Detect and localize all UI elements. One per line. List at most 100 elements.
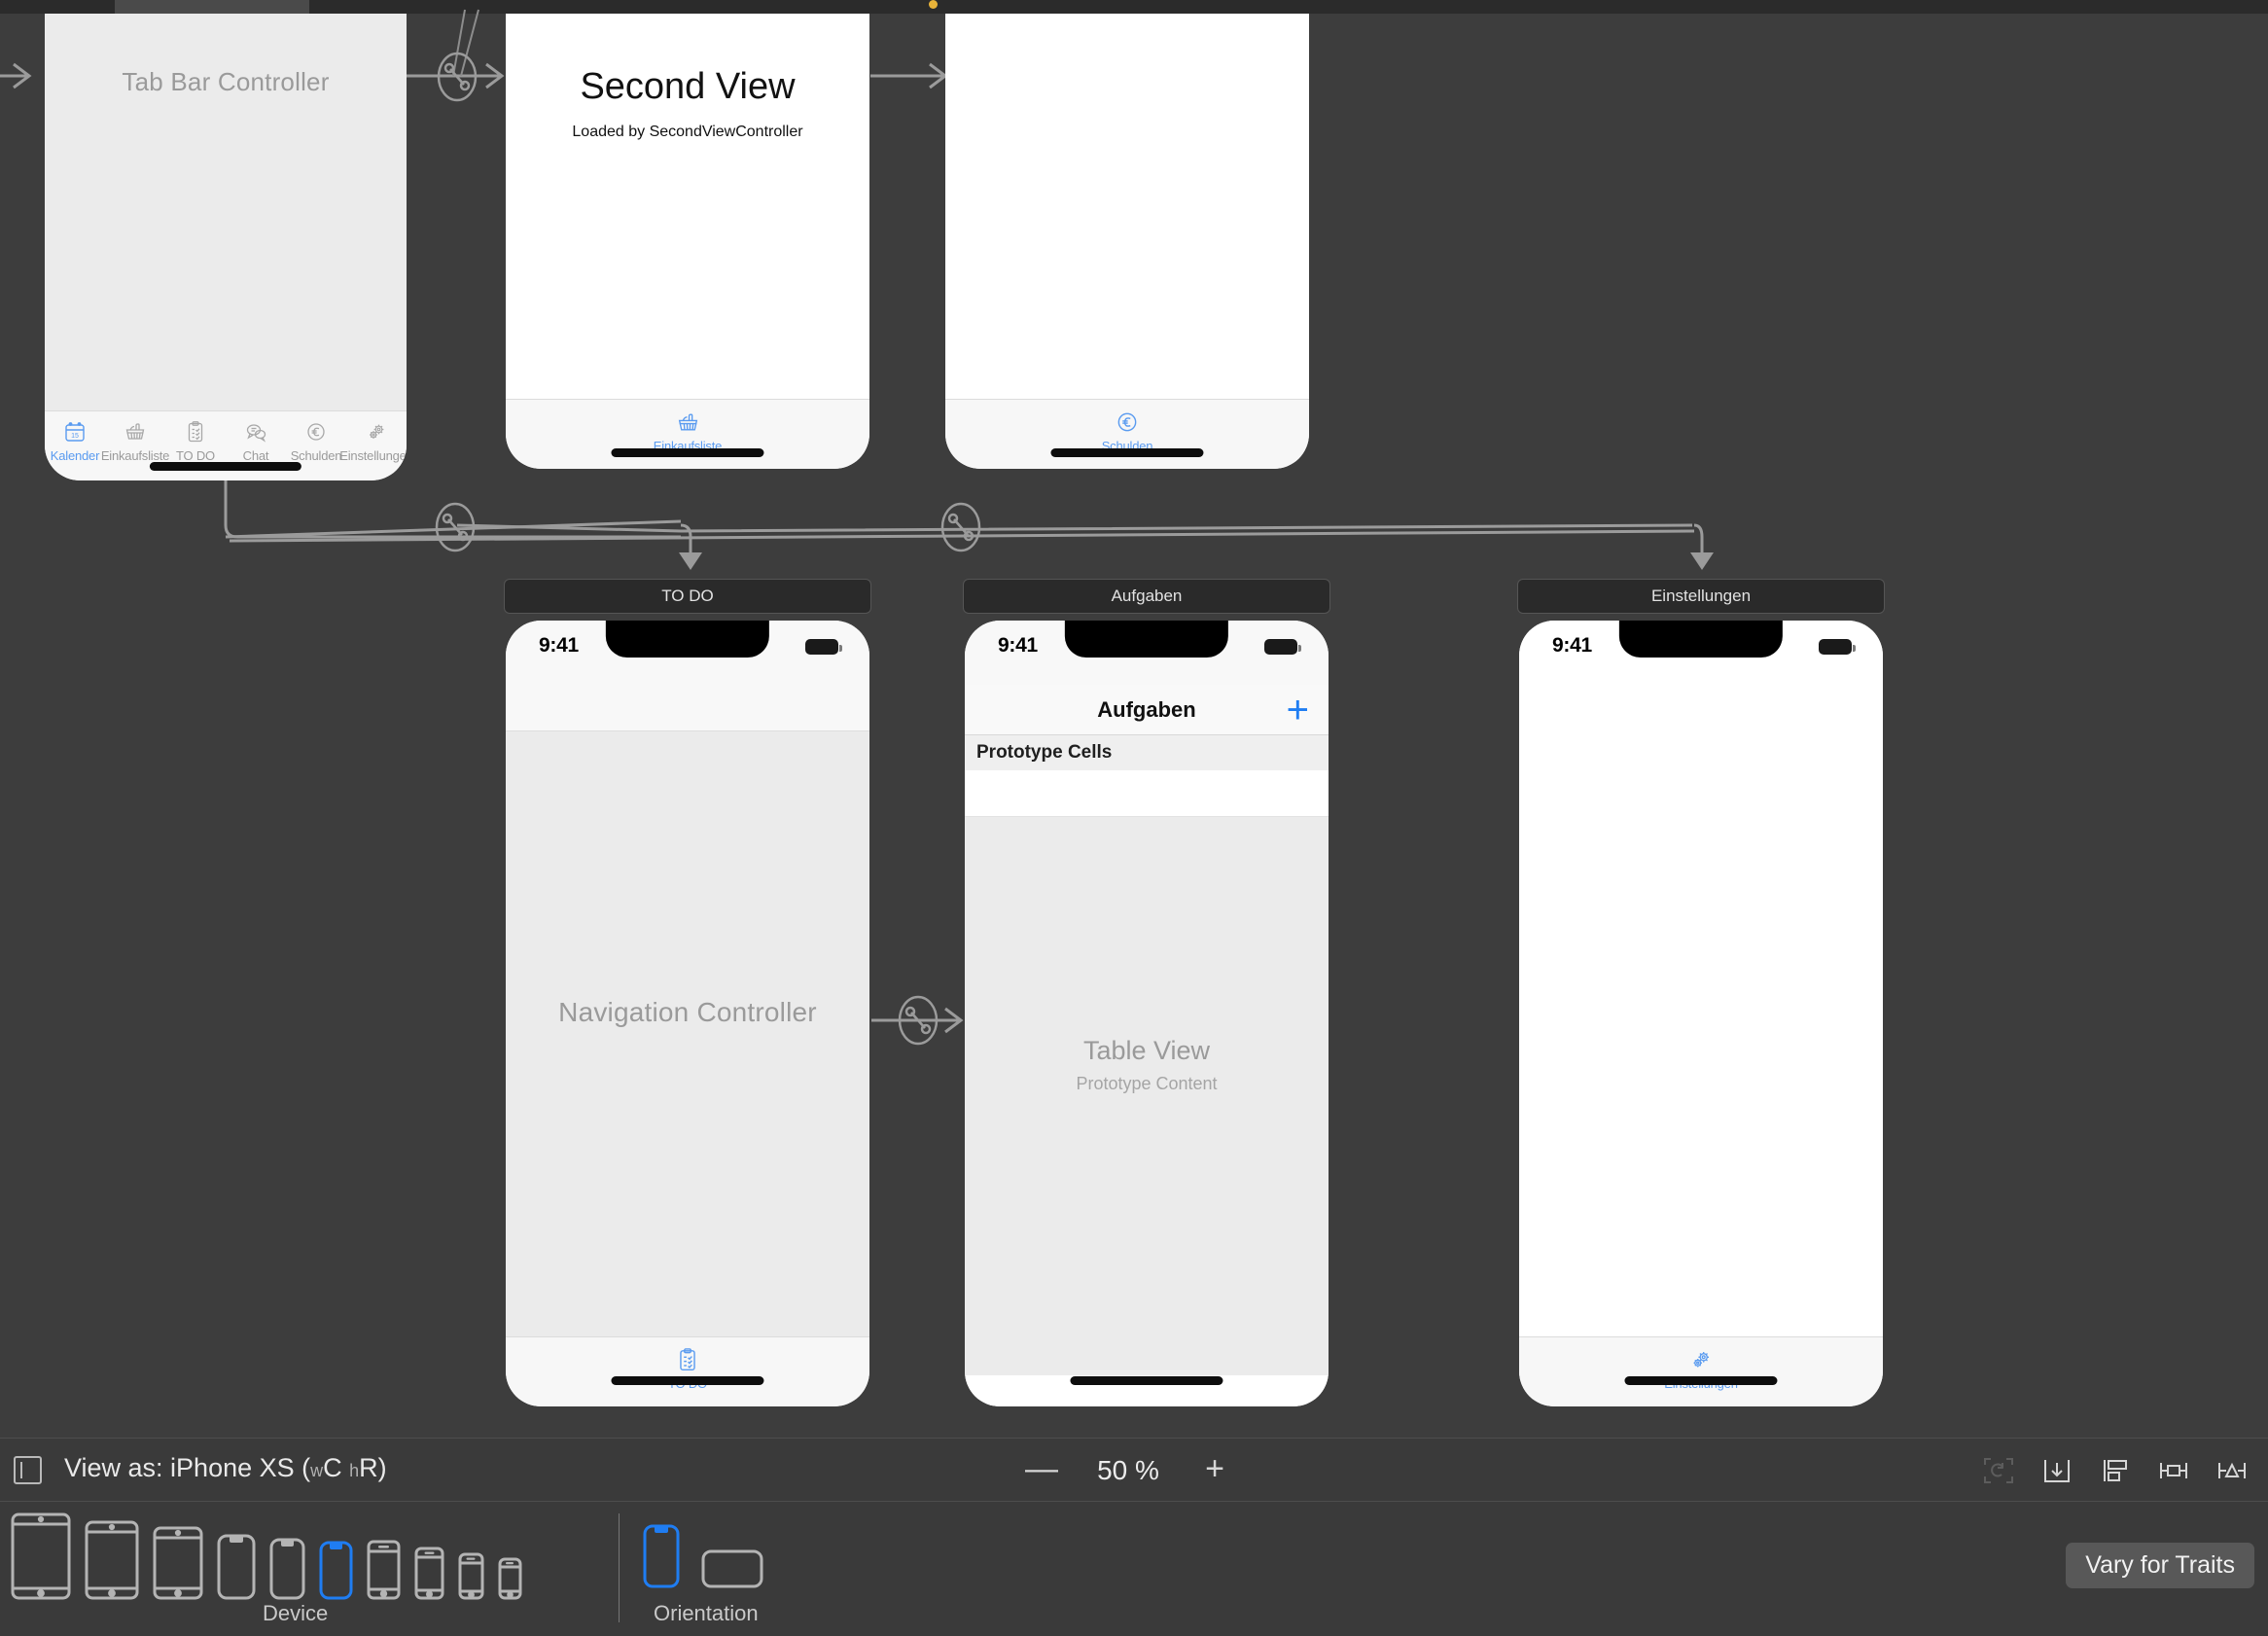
status-bar: 9:41	[506, 621, 869, 685]
tab-item-kalender[interactable]: 15 Kalender	[45, 417, 105, 463]
scene-title-todo[interactable]: TO DO	[504, 579, 871, 614]
device-iphone-se[interactable]	[457, 1551, 485, 1601]
notch	[605, 621, 770, 658]
zoom-in-button[interactable]: +	[1194, 1450, 1235, 1491]
tab-item-einkaufsliste[interactable]: Einkaufsliste	[101, 417, 169, 463]
device-orientation-divider	[619, 1513, 620, 1622]
tab-item-schulden[interactable]: Schulden	[286, 417, 346, 463]
table-view-placeholder-subtitle: Prototype Content	[1076, 1074, 1218, 1093]
scene-schulden[interactable]: Schulden	[945, 14, 1309, 469]
view-as-width-class: C	[323, 1453, 342, 1482]
home-indicator	[611, 448, 764, 457]
scene-title-label: TO DO	[661, 587, 714, 605]
navigation-bar[interactable]: Aufgaben +	[965, 685, 1329, 735]
view-as-height-key: h	[349, 1461, 360, 1480]
scene-aufgaben-table-view[interactable]: 9:41 Aufgaben + Prototype Cells Table Vi…	[965, 621, 1329, 1406]
prototype-cell[interactable]	[965, 770, 1329, 817]
nav-bar-empty	[506, 685, 869, 731]
scene-title-label: Aufgaben	[1111, 587, 1183, 605]
euro-circle-icon	[304, 417, 328, 446]
device-ipad-97[interactable]	[152, 1525, 204, 1601]
device-iphone-xs[interactable]	[318, 1540, 354, 1601]
table-view-body[interactable]: Table View Prototype Content	[965, 817, 1329, 1375]
tab-item-todo[interactable]: TO DO	[165, 417, 226, 463]
canvas-top-strip	[0, 0, 2268, 14]
view-as-prefix: View as: iPhone XS (	[64, 1453, 311, 1482]
tab-bar[interactable]: TO DO	[506, 1336, 869, 1406]
device-selector[interactable]	[10, 1512, 523, 1601]
scene-tab-ghost	[115, 0, 309, 14]
home-indicator	[611, 1376, 764, 1385]
tab-item-schulden[interactable]: Schulden	[945, 408, 1309, 453]
device-iphone-4s[interactable]	[497, 1556, 523, 1601]
scene-tab-bar-controller[interactable]: Tab Bar Controller 15 Kalender Einkaufsl…	[45, 14, 407, 480]
calendar-icon: 15	[63, 417, 87, 446]
home-indicator	[1070, 1376, 1223, 1385]
view-as-width-key: w	[310, 1461, 324, 1480]
battery-icon	[805, 639, 842, 655]
landscape-icon[interactable]	[700, 1548, 764, 1589]
storyboard-editor: Tab Bar Controller 15 Kalender Einkaufsl…	[0, 0, 2268, 1636]
update-frames-icon[interactable]	[1976, 1448, 2021, 1493]
basket-icon	[124, 417, 147, 446]
home-indicator	[1624, 1376, 1778, 1385]
device-iphone-xs-max[interactable]	[216, 1533, 257, 1601]
status-time: 9:41	[998, 634, 1038, 657]
tab-bar[interactable]: Einkaufsliste	[506, 399, 869, 469]
nav-title: Aufgaben	[1097, 697, 1196, 722]
view-as-label[interactable]: View as: iPhone XS (wC hR)	[64, 1453, 387, 1483]
battery-icon	[1264, 639, 1301, 655]
left-panel-toggle-icon[interactable]	[14, 1456, 42, 1484]
tab-item-chat[interactable]: Chat	[226, 417, 286, 463]
clipboard-check-icon	[675, 1345, 700, 1374]
add-button[interactable]: +	[1287, 689, 1309, 731]
device-iphone-8[interactable]	[413, 1546, 445, 1601]
device-bar: Device Orientation Vary for Traits	[0, 1502, 2268, 1636]
view-as-height-class: R	[359, 1453, 378, 1482]
embed-in-icon[interactable]	[2035, 1448, 2079, 1493]
orientation-group-label: Orientation	[654, 1601, 759, 1625]
device-ipad-pro-129[interactable]	[10, 1512, 72, 1601]
home-indicator	[149, 462, 302, 471]
align-icon[interactable]	[2093, 1448, 2138, 1493]
device-group-label: Device	[263, 1601, 329, 1625]
status-time: 9:41	[1552, 634, 1592, 657]
scene-einstellungen[interactable]: 9:41 Einstellungen	[1519, 621, 1883, 1406]
tab-label: Einkaufsliste	[100, 448, 170, 463]
basket-icon	[676, 408, 700, 437]
second-view-subtitle: Loaded by SecondViewController	[572, 124, 803, 140]
device-iphone-8-plus[interactable]	[366, 1539, 402, 1601]
table-view-placeholder-title: Table View	[1082, 1036, 1211, 1065]
navigation-controller-placeholder-label: Navigation Controller	[558, 997, 817, 1027]
tab-bar[interactable]: Schulden	[945, 399, 1309, 469]
device-iphone-xr[interactable]	[268, 1537, 306, 1601]
scene-title-aufgaben[interactable]: Aufgaben	[963, 579, 1330, 614]
clipboard-check-icon	[184, 417, 207, 446]
device-ipad-pro-105[interactable]	[84, 1519, 140, 1601]
status-bar: 9:41	[1519, 621, 1883, 685]
notch	[1618, 621, 1784, 658]
status-bar: 9:41	[965, 621, 1329, 685]
add-new-constraints-icon[interactable]	[2151, 1448, 2196, 1493]
tab-label: TO DO	[176, 448, 215, 463]
scene-second-view[interactable]: Second View Loaded by SecondViewControll…	[506, 14, 869, 469]
gears-icon	[365, 417, 388, 446]
zoom-level-label: 50 %	[1097, 1455, 1159, 1485]
portrait-icon[interactable]	[642, 1523, 681, 1589]
tab-bar-controller-placeholder-label: Tab Bar Controller	[122, 67, 330, 96]
view-as-bar: View as: iPhone XS (wC hR) — 50 % +	[0, 1438, 2268, 1502]
tab-item-einstellungen[interactable]: Einstellungen	[339, 417, 407, 463]
home-indicator	[1050, 448, 1204, 457]
tab-bar[interactable]: Einstellungen	[1519, 1336, 1883, 1406]
vary-for-traits-button[interactable]: Vary for Traits	[2066, 1543, 2254, 1588]
scene-title-einstellungen[interactable]: Einstellungen	[1517, 579, 1885, 614]
table-section-header: Prototype Cells	[965, 735, 1329, 770]
euro-circle-icon	[1115, 408, 1140, 437]
auto-layout-toolbar	[1976, 1448, 2254, 1493]
resolve-auto-layout-issues-icon[interactable]	[2210, 1448, 2254, 1493]
scene-todo-navigation-controller[interactable]: 9:41 Navigation Controller	[506, 621, 869, 1406]
zoom-out-button[interactable]: —	[1021, 1450, 1062, 1491]
storyboard-canvas[interactable]: Tab Bar Controller 15 Kalender Einkaufsl…	[0, 0, 2268, 1438]
orientation-selector[interactable]	[642, 1523, 764, 1589]
tab-item-einkaufsliste[interactable]: Einkaufsliste	[506, 408, 869, 453]
